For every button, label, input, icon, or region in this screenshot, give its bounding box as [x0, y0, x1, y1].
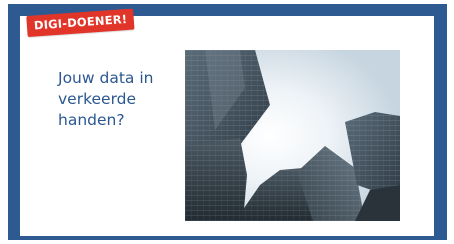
skyscraper-illustration [185, 50, 400, 221]
skyscraper-photo [185, 50, 400, 221]
slide-headline: Jouw data in verkeerde handen? [58, 69, 154, 129]
